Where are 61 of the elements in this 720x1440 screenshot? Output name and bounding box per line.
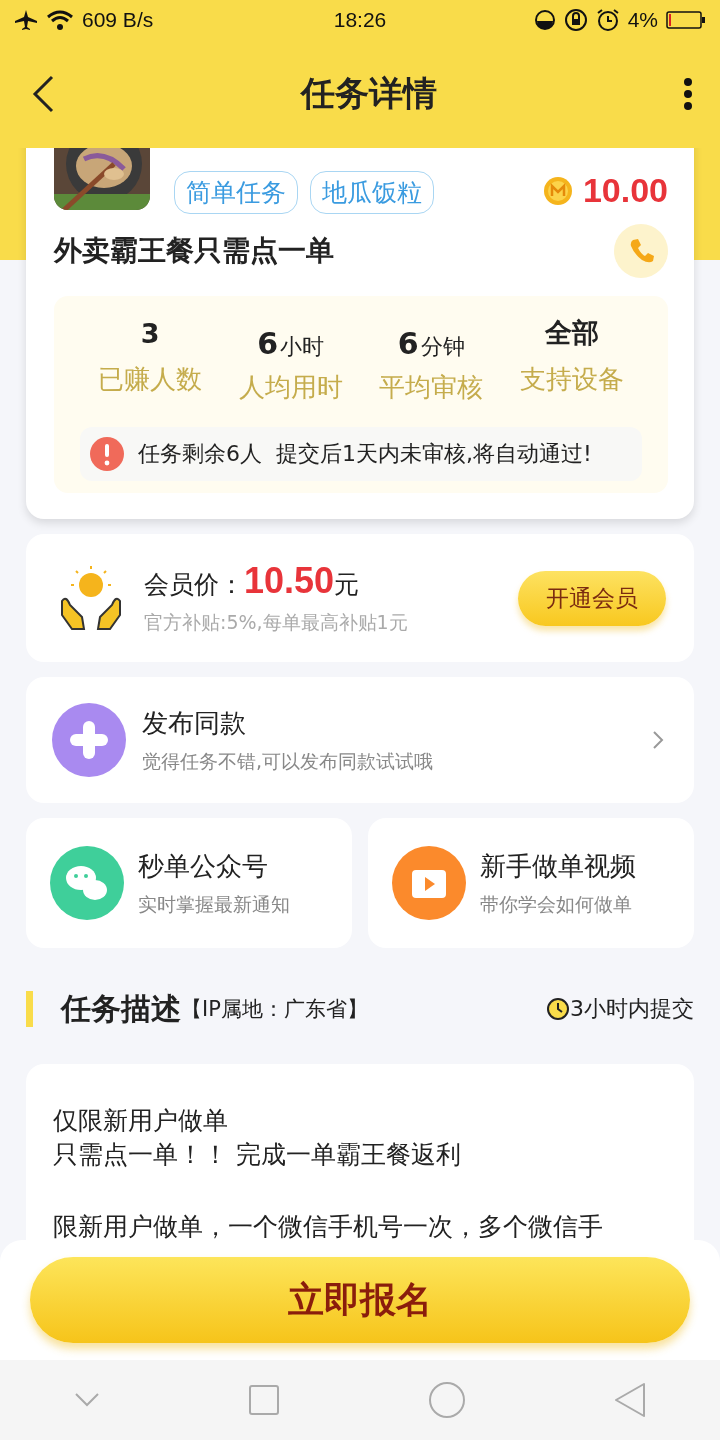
description-line: 只需点一单！！ 完成一单霸王餐返利 xyxy=(53,1139,462,1171)
notice-text: 提交后1天内未审核,将自动通过! xyxy=(276,440,592,468)
member-price-label: 会员价： xyxy=(144,569,244,601)
shortcut-subtitle: 带你学会如何做单 xyxy=(480,891,633,917)
task-tag: 简单任务 xyxy=(174,171,298,214)
stat-label: 人均用时 xyxy=(237,371,344,404)
network-speed: 609 B/s xyxy=(82,8,154,32)
more-icon[interactable] xyxy=(682,77,694,111)
battery-icon xyxy=(666,10,706,30)
video-icon xyxy=(392,846,466,920)
section-marker xyxy=(26,991,33,1027)
triangle-icon[interactable] xyxy=(614,1382,646,1418)
stat-label: 支持设备 xyxy=(518,363,625,396)
sign-up-button[interactable]: 立即报名 xyxy=(30,1257,690,1343)
circle-icon[interactable] xyxy=(428,1381,466,1419)
join-member-button[interactable]: 开通会员 xyxy=(518,570,666,626)
shortcut-title: 秒单公众号 xyxy=(138,849,269,883)
shortcut-title: 新手做单视频 xyxy=(480,849,636,883)
airplane-icon xyxy=(14,9,38,31)
member-price: 10.50 xyxy=(244,560,335,602)
rotation-lock-icon xyxy=(563,8,588,32)
half-circle-icon xyxy=(533,9,556,31)
shortcut-card[interactable]: 新手做单视频 带你学会如何做单 xyxy=(368,818,694,948)
deadline-text: 3小时内提交 xyxy=(570,995,694,1023)
stat-value: 6小时 xyxy=(257,326,325,362)
clock-time: 18:26 xyxy=(333,8,387,32)
stat-label: 平均审核 xyxy=(378,371,485,404)
alarm-icon xyxy=(595,8,620,32)
section-title: 任务描述 xyxy=(61,989,181,1028)
stat-label: 已赚人数 xyxy=(97,363,204,396)
price-unit: 元 xyxy=(334,569,360,601)
battery-percent: 4% xyxy=(627,8,658,32)
publish-card[interactable]: 发布同款 觉得任务不错,可以发布同款试试哦 xyxy=(26,677,694,803)
task-tag: 地瓜饭粒 xyxy=(310,171,434,214)
stat-value: 全部 xyxy=(544,316,599,350)
description-line: 仅限新用户做单 xyxy=(53,1105,229,1137)
task-title: 外卖霸王餐只需点一单 xyxy=(54,233,334,269)
alert-icon xyxy=(90,437,124,471)
ip-location: 【IP属地：广东省】 xyxy=(181,996,369,1023)
wifi-icon xyxy=(46,9,74,31)
chevron-right-icon xyxy=(652,730,664,750)
notice-text: 任务剩余6人 xyxy=(138,440,262,468)
plus-icon xyxy=(52,703,126,777)
chat-bubbles-icon xyxy=(50,846,124,920)
stat-value: 3 xyxy=(140,317,160,349)
clock-icon xyxy=(546,997,570,1021)
phone-icon[interactable] xyxy=(614,224,668,278)
subsidy-note: 官方补贴:5%,每单最高补贴1元 xyxy=(144,610,409,635)
description-line: 限新用户做单，一个微信手机号一次，多个微信手 xyxy=(53,1211,604,1243)
shortcut-card[interactable]: 秒单公众号 实时掌握最新通知 xyxy=(26,818,352,948)
page-title: 任务详情 xyxy=(301,72,437,115)
publish-subtitle: 觉得任务不错,可以发布同款试试哦 xyxy=(142,748,435,774)
shortcut-subtitle: 实时掌握最新通知 xyxy=(138,891,290,917)
reward-amount: 10.00 xyxy=(582,171,668,210)
stat-value: 6分钟 xyxy=(397,326,465,362)
coin-icon xyxy=(542,175,573,206)
hands-coin-icon xyxy=(58,565,124,631)
back-icon[interactable] xyxy=(30,74,56,114)
publish-title: 发布同款 xyxy=(142,706,247,740)
square-icon[interactable] xyxy=(248,1384,280,1416)
chevron-down-icon[interactable] xyxy=(74,1392,100,1408)
